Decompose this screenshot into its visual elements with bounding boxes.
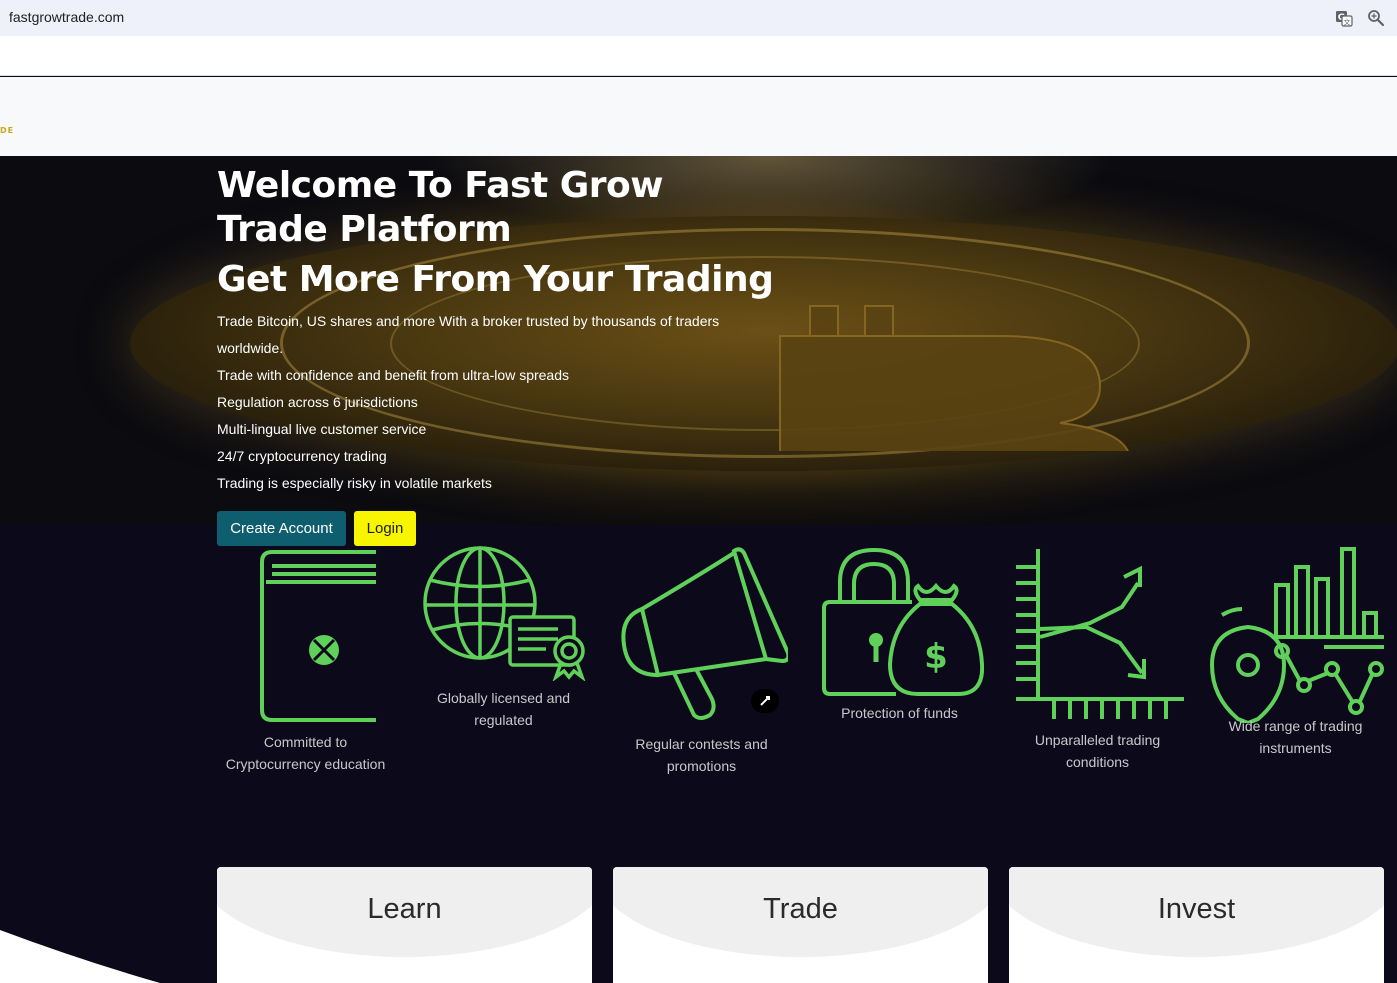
hero-line: Regulation across 6 jurisdictions bbox=[217, 394, 418, 410]
svg-text:文: 文 bbox=[1344, 18, 1351, 27]
feature-instruments: Wide range of trading instruments bbox=[1207, 547, 1384, 759]
top-band bbox=[0, 36, 1397, 76]
hero-content: Welcome To Fast Grow Trade Platform Get … bbox=[217, 156, 777, 497]
feature-label: Unparalleled trading conditions bbox=[1034, 732, 1161, 770]
feature-label: Protection of funds bbox=[841, 705, 958, 721]
hero-line: Trade Bitcoin, US shares and more With a… bbox=[217, 313, 720, 356]
address-bar[interactable]: fastgrowtrade.com G 文 bbox=[0, 0, 1397, 36]
card-learn[interactable]: Learn bbox=[217, 867, 592, 983]
feature-conditions: Unparalleled trading conditions bbox=[1009, 547, 1186, 773]
hero-section: Welcome To Fast Grow Trade Platform Get … bbox=[0, 156, 1397, 525]
bar-chart-map-icon bbox=[1209, 547, 1384, 723]
feature-licensed: Globally licensed and regulated bbox=[415, 545, 592, 731]
lock-moneybag-icon: $ bbox=[821, 547, 984, 696]
hero-title: Welcome To Fast Grow Trade Platform bbox=[217, 165, 664, 250]
feature-label: Committed to Cryptocurrency education bbox=[225, 734, 386, 772]
hero-line: Trading is especially risky in volatile … bbox=[217, 475, 492, 491]
hero-subtitle: Get More From Your Trading bbox=[217, 259, 774, 300]
globe-certificate-icon bbox=[422, 546, 585, 681]
url-text[interactable]: fastgrowtrade.com bbox=[9, 9, 124, 25]
feature-label: Regular contests and promotions bbox=[635, 736, 768, 774]
login-button[interactable]: Login bbox=[354, 511, 416, 546]
feature-label: Wide range of trading instruments bbox=[1228, 718, 1363, 756]
svg-text:$: $ bbox=[924, 637, 948, 677]
bitcoin-symbol-icon bbox=[779, 305, 1129, 451]
hero-line: 24/7 cryptocurrency trading bbox=[217, 448, 387, 464]
card-trade[interactable]: Trade bbox=[613, 867, 988, 983]
zoom-icon[interactable] bbox=[1367, 9, 1385, 27]
hero-line: Multi-lingual live customer service bbox=[217, 421, 427, 437]
translate-icon[interactable]: G 文 bbox=[1335, 9, 1353, 27]
feature-label: Globally licensed and regulated bbox=[436, 690, 571, 728]
create-account-button[interactable]: Create Account bbox=[217, 511, 346, 546]
decorative-swoosh bbox=[0, 930, 160, 983]
edit-badge-icon[interactable] bbox=[751, 689, 779, 713]
card-title: Invest bbox=[1157, 893, 1236, 925]
feature-education: Committed to Cryptocurrency education bbox=[217, 548, 394, 775]
feature-contests: Regular contests and promotions bbox=[613, 547, 790, 777]
feature-protection: $ Protection of funds bbox=[811, 546, 988, 724]
book-icon bbox=[259, 550, 376, 722]
trend-chart-icon bbox=[1015, 549, 1184, 719]
card-title: Learn bbox=[367, 893, 442, 925]
card-title: Trade bbox=[763, 893, 838, 925]
site-header: DE bbox=[0, 77, 1397, 156]
site-logo[interactable]: DE bbox=[0, 126, 14, 135]
hero-buttons: Create Account Login bbox=[217, 511, 416, 546]
hero-line: Trade with confidence and benefit from u… bbox=[217, 367, 569, 383]
card-invest[interactable]: Invest bbox=[1009, 867, 1384, 983]
hero-feature-list: Trade Bitcoin, US shares and more With a… bbox=[217, 308, 777, 497]
